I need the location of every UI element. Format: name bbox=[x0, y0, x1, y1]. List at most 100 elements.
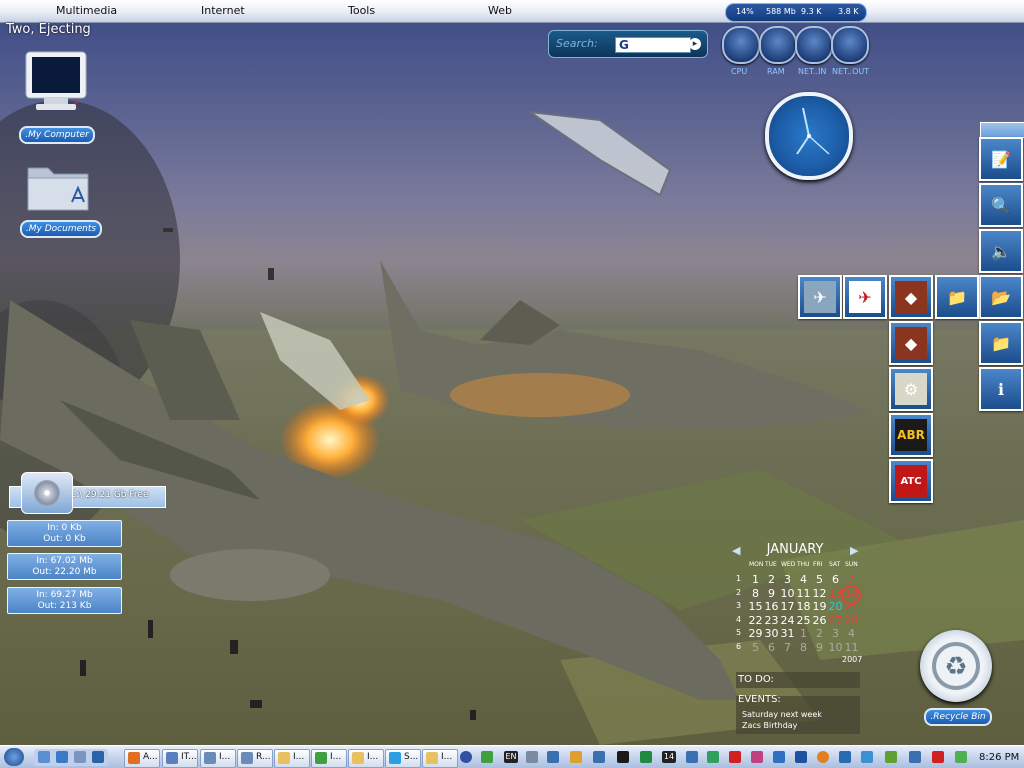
tray-icon[interactable] bbox=[773, 751, 785, 763]
search-go-button[interactable]: ▸ bbox=[689, 38, 701, 50]
quicklaunch-icon-4[interactable] bbox=[92, 751, 104, 763]
calendar-day[interactable]: 2 bbox=[764, 573, 779, 586]
tray-icon[interactable] bbox=[617, 751, 629, 763]
calendar-day[interactable]: 23 bbox=[764, 614, 779, 627]
atc-tile[interactable]: ATC bbox=[889, 459, 933, 503]
calendar-day[interactable]: 10 bbox=[828, 641, 843, 654]
my-documents-label[interactable]: .My Documents bbox=[20, 220, 102, 238]
my-computer-label[interactable]: .My Computer bbox=[19, 126, 95, 144]
google-engine-icon[interactable]: G bbox=[619, 38, 629, 52]
folder-open-tile[interactable]: 📂 bbox=[979, 275, 1023, 319]
folder-tile[interactable]: 📁 bbox=[935, 275, 979, 319]
recycle-bin-icon[interactable]: ♻ bbox=[920, 630, 992, 702]
calendar-day[interactable]: 1 bbox=[796, 627, 811, 640]
calendar-day[interactable]: 18 bbox=[796, 600, 811, 613]
language-indicator[interactable]: EN bbox=[504, 751, 518, 763]
calendar-day[interactable]: 29 bbox=[748, 627, 763, 640]
calendar-day[interactable]: 8 bbox=[796, 641, 811, 654]
calendar-day[interactable]: 25 bbox=[796, 614, 811, 627]
blue-folder-tile[interactable]: 📁 bbox=[979, 321, 1023, 365]
calendar-day[interactable]: 19 bbox=[812, 600, 827, 613]
calendar-day[interactable]: 5 bbox=[748, 641, 763, 654]
quicklaunch-icon-3[interactable] bbox=[74, 751, 86, 763]
tray-icon[interactable] bbox=[481, 751, 493, 763]
menu-web[interactable]: Web bbox=[488, 4, 512, 17]
calendar-day[interactable]: 17 bbox=[780, 600, 795, 613]
calendar-day[interactable]: 6 bbox=[764, 641, 779, 654]
tray-icon[interactable] bbox=[526, 751, 538, 763]
info-tile[interactable]: ℹ bbox=[979, 367, 1023, 411]
flight-sim-tile[interactable]: ✈ bbox=[843, 275, 887, 319]
game-tile-2[interactable]: ◆ bbox=[889, 321, 933, 365]
taskbar-button[interactable]: IT... bbox=[162, 749, 198, 768]
recycle-bin-label[interactable]: .Recycle Bin bbox=[924, 708, 992, 726]
quicklaunch-icon-2[interactable] bbox=[56, 751, 68, 763]
tray-icon[interactable] bbox=[570, 751, 582, 763]
calendar-day[interactable]: 28 bbox=[844, 614, 859, 627]
search-tile[interactable]: 🔍 bbox=[979, 183, 1023, 227]
tray-icon[interactable] bbox=[909, 751, 921, 763]
drive-disc-icon[interactable] bbox=[21, 472, 73, 514]
calendar-day[interactable]: 9 bbox=[764, 587, 779, 600]
taskbar-button[interactable]: I... bbox=[348, 749, 384, 768]
start-button[interactable] bbox=[4, 748, 24, 766]
calendar-day[interactable]: 3 bbox=[780, 573, 795, 586]
calendar-day[interactable]: 11 bbox=[844, 641, 859, 654]
calendar-day[interactable]: 5 bbox=[812, 573, 827, 586]
my-documents-icon[interactable] bbox=[26, 162, 90, 212]
menu-multimedia[interactable]: Multimedia bbox=[56, 4, 117, 17]
tray-icon[interactable] bbox=[817, 751, 829, 763]
tray-icon[interactable] bbox=[861, 751, 873, 763]
calendar-day[interactable]: 10 bbox=[780, 587, 795, 600]
jet-thumbnail-tile[interactable]: ✈ bbox=[798, 275, 842, 319]
calendar-day[interactable]: 3 bbox=[828, 627, 843, 640]
notepad-tile[interactable]: 📝 bbox=[979, 137, 1023, 181]
calendar-day[interactable]: 4 bbox=[796, 573, 811, 586]
calendar-day[interactable]: 30 bbox=[764, 627, 779, 640]
calendar-day[interactable]: 22 bbox=[748, 614, 763, 627]
tray-icon[interactable] bbox=[839, 751, 851, 763]
calendar-day[interactable]: 16 bbox=[764, 600, 779, 613]
calendar-day[interactable]: 26 bbox=[812, 614, 827, 627]
calendar-day[interactable]: 1 bbox=[748, 573, 763, 586]
tray-icon[interactable] bbox=[751, 751, 763, 763]
menu-internet[interactable]: Internet bbox=[201, 4, 245, 17]
dock-tab[interactable] bbox=[980, 122, 1024, 138]
abr-tile[interactable]: ABR bbox=[889, 413, 933, 457]
tray-icon[interactable] bbox=[547, 751, 559, 763]
tray-icon[interactable] bbox=[795, 751, 807, 763]
tray-date-icon[interactable]: 14 bbox=[662, 751, 676, 763]
calendar-next-arrow[interactable]: ▶ bbox=[850, 544, 858, 557]
tray-icon[interactable] bbox=[640, 751, 652, 763]
calendar-day[interactable]: 8 bbox=[748, 587, 763, 600]
calendar-day[interactable]: 24 bbox=[780, 614, 795, 627]
taskbar-button[interactable]: S... bbox=[385, 749, 421, 768]
taskbar-button[interactable]: R... bbox=[237, 749, 273, 768]
calendar-day[interactable]: 15 bbox=[748, 600, 763, 613]
calendar-day[interactable]: 12 bbox=[812, 587, 827, 600]
game-tile-1[interactable]: ◆ bbox=[889, 275, 933, 319]
my-computer-icon[interactable] bbox=[22, 50, 90, 118]
tray-icon[interactable] bbox=[729, 751, 741, 763]
tray-icon[interactable] bbox=[932, 751, 944, 763]
tool-tile[interactable]: ⚙ bbox=[889, 367, 933, 411]
calendar-day[interactable]: 4 bbox=[844, 627, 859, 640]
speaker-tile[interactable]: 🔈 bbox=[979, 229, 1023, 273]
taskbar-button[interactable]: I... bbox=[311, 749, 347, 768]
tray-icon[interactable] bbox=[707, 751, 719, 763]
taskbar-button[interactable]: I... bbox=[422, 749, 458, 768]
quicklaunch-icon-1[interactable] bbox=[38, 751, 50, 763]
calendar-day[interactable]: 9 bbox=[812, 641, 827, 654]
calendar-day[interactable]: 7 bbox=[780, 641, 795, 654]
calendar-day[interactable]: 27 bbox=[828, 614, 843, 627]
tray-icon[interactable] bbox=[593, 751, 605, 763]
calendar-day[interactable]: 31 bbox=[780, 627, 795, 640]
tray-icon[interactable] bbox=[885, 751, 897, 763]
calendar-day[interactable]: 11 bbox=[796, 587, 811, 600]
search-input[interactable]: G bbox=[615, 37, 691, 53]
menu-tools[interactable]: Tools bbox=[348, 4, 375, 17]
taskbar-button[interactable]: A... bbox=[124, 749, 160, 768]
taskbar-button[interactable]: I... bbox=[274, 749, 310, 768]
taskbar-button[interactable]: I... bbox=[200, 749, 236, 768]
calendar-day[interactable]: 2 bbox=[812, 627, 827, 640]
